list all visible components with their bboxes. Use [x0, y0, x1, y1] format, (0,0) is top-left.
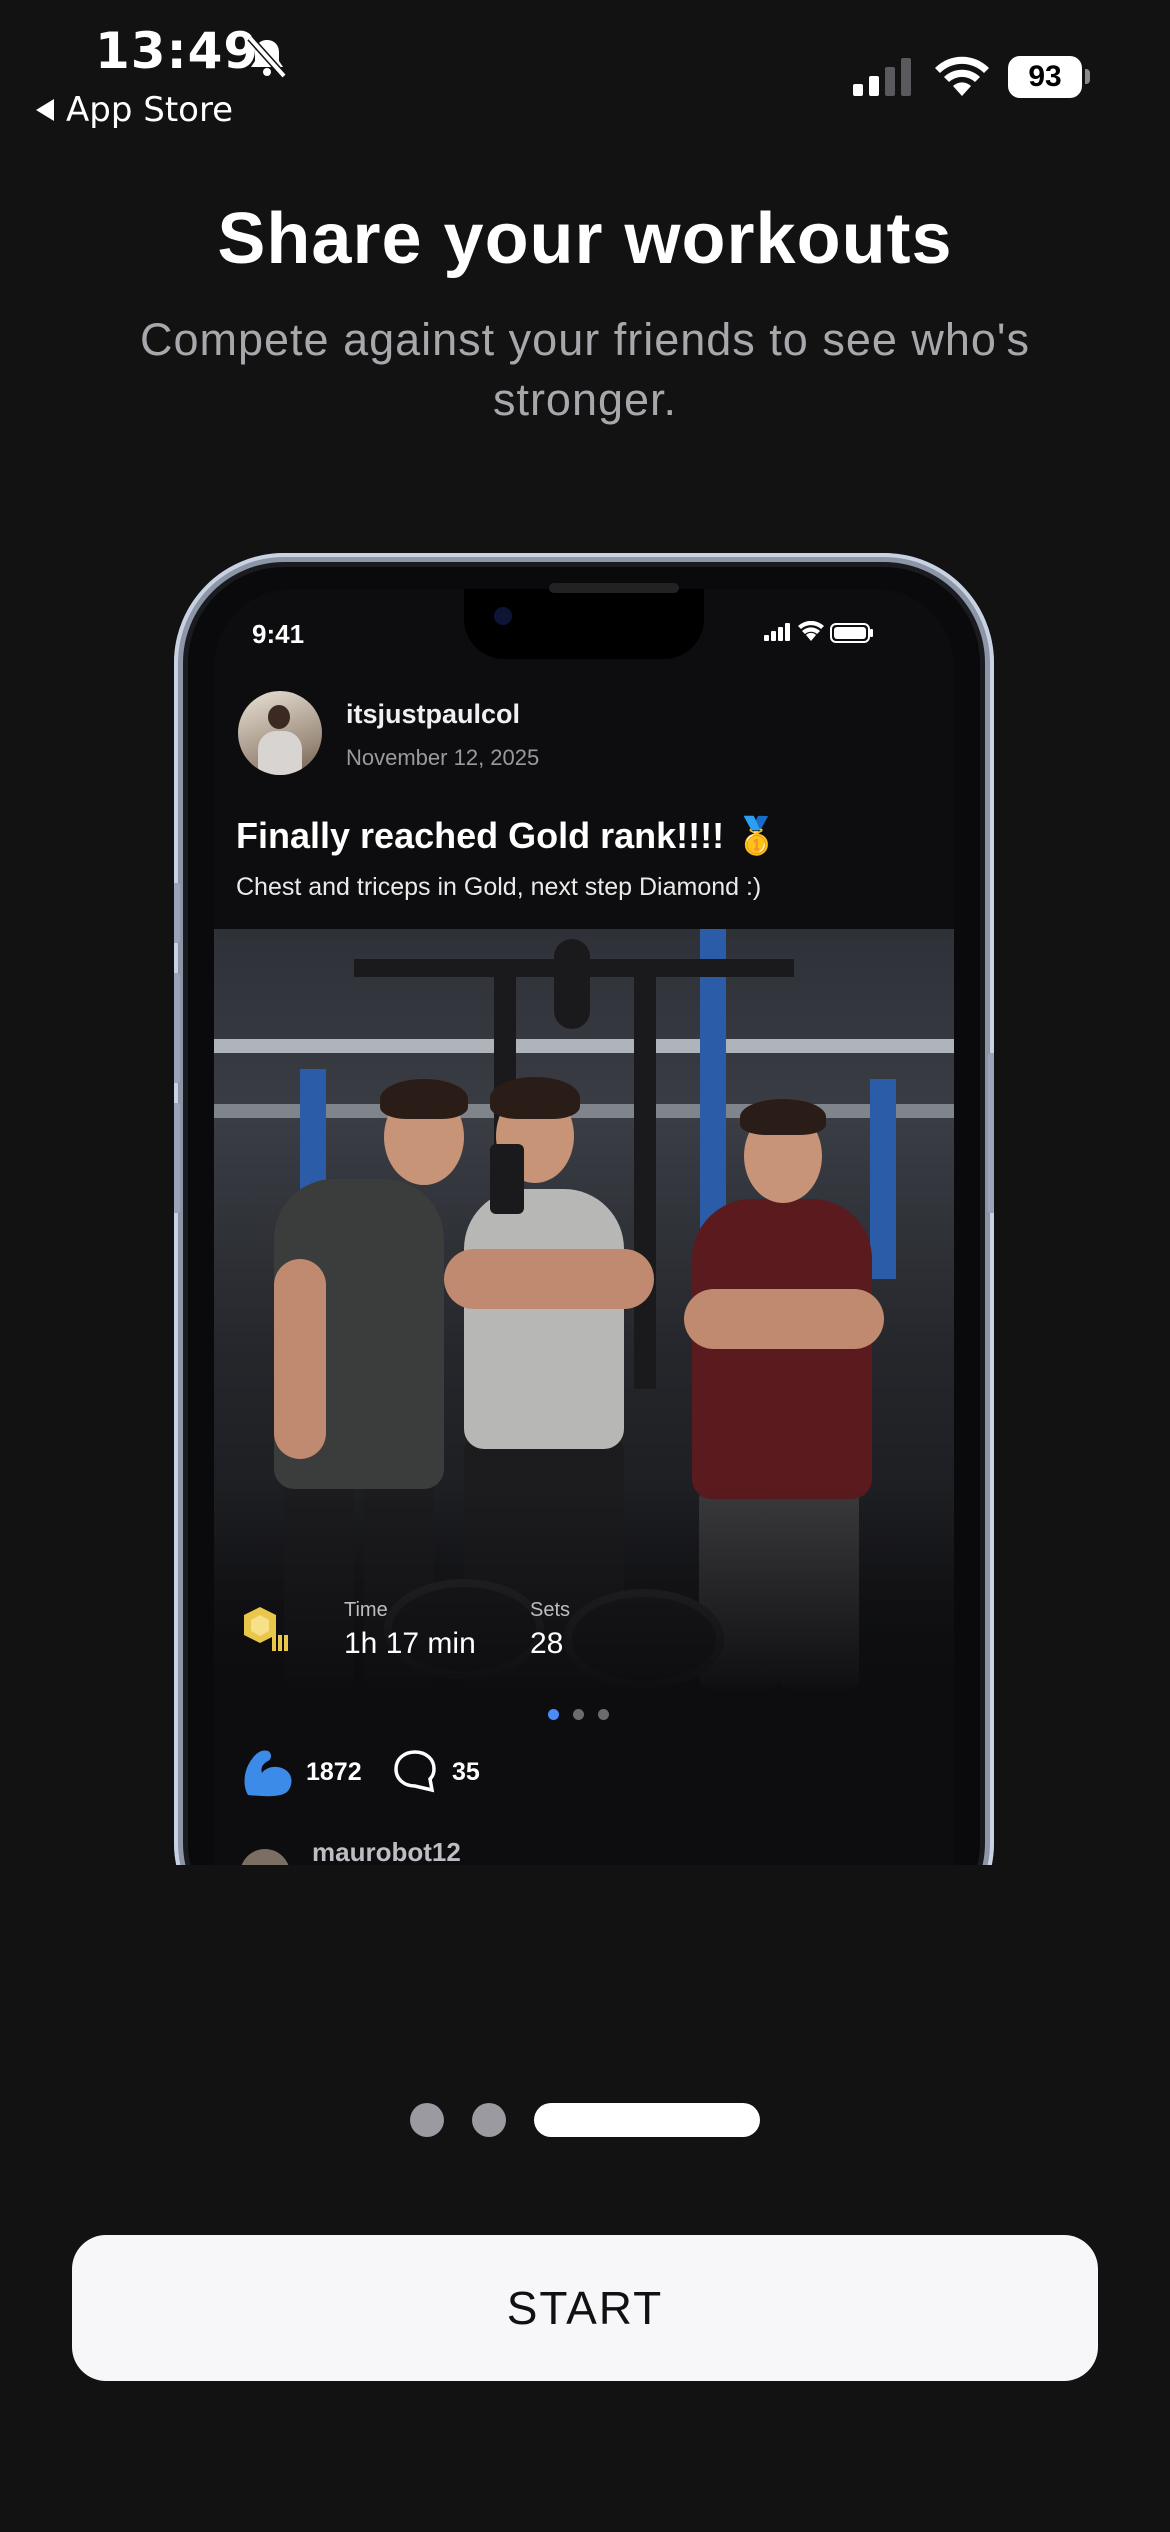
wifi-icon: [935, 56, 989, 96]
carousel-dot: [573, 1709, 584, 1720]
next-post-username[interactable]: maurobot12: [312, 1837, 461, 1865]
avatar-figure-body: [258, 731, 302, 775]
avatar-figure-head: [268, 705, 290, 729]
mockup-battery-icon: [830, 623, 873, 643]
stat-sets-label: Sets: [530, 1599, 571, 1621]
start-button[interactable]: START: [72, 2235, 1098, 2381]
post-workout-photo[interactable]: [214, 929, 954, 1689]
phone-camera: [494, 607, 512, 625]
person-3-torso: [692, 1199, 872, 1499]
cellular-signal-icon: [853, 58, 911, 96]
bell-slash-icon: [247, 35, 287, 79]
post-title: Finally reached Gold rank!!!! 🥇: [236, 815, 779, 856]
battery-indicator: 93: [1008, 56, 1090, 98]
back-arrow-icon: [36, 99, 54, 121]
phone-power-button: [988, 1053, 994, 1213]
flex-count: 1872: [306, 1758, 362, 1786]
back-to-app-store-link[interactable]: App Store: [36, 90, 233, 130]
battery-level: 93: [1008, 56, 1082, 98]
back-link-label: App Store: [66, 90, 234, 130]
stat-time-value: 1h 17 min: [344, 1627, 476, 1660]
mockup-wifi-icon: [798, 621, 824, 641]
gym-pulley: [554, 939, 590, 1029]
person-2-tank-top: [464, 1189, 624, 1449]
post-caption: Chest and triceps in Gold, next step Dia…: [236, 873, 762, 901]
onboarding-subtitle: Compete against your friends to see who'…: [139, 314, 1031, 425]
post-author-avatar[interactable]: [238, 691, 322, 775]
stat-sets-value: 28: [530, 1627, 564, 1660]
gym-pillar: [870, 1079, 896, 1279]
comment-bubble-icon[interactable]: [392, 1749, 438, 1793]
person-1-arm: [274, 1259, 326, 1459]
onboarding-title: Share your workouts: [217, 199, 953, 279]
carousel-dot: [598, 1709, 609, 1720]
person-2-crossed-arms: [444, 1249, 654, 1309]
photo-carousel-dots: [548, 1709, 609, 1720]
comment-count: 35: [452, 1758, 480, 1786]
phone-volume-up-button: [174, 973, 180, 1083]
mockup-status-time: 9:41: [252, 619, 305, 649]
post-author-username[interactable]: itsjustpaulcol: [346, 699, 520, 730]
pager-dot-2[interactable]: [472, 2103, 506, 2137]
post-date: November 12, 2025: [346, 745, 540, 770]
stat-time-label: Time: [344, 1599, 388, 1621]
onboarding-pager: [410, 2103, 760, 2137]
pager-dot-3-active[interactable]: [534, 2103, 760, 2137]
phone-volume-down-button: [174, 1103, 180, 1213]
photo-fade-overlay: [214, 1489, 954, 1689]
phone-mockup: 9:41 itsjustpaulcol November 12, 2025 Fi…: [174, 553, 994, 1865]
phone-speaker: [549, 583, 679, 593]
carousel-dot-active: [548, 1709, 559, 1720]
person-2-phone: [490, 1144, 524, 1214]
person-3-flexing-arms: [684, 1289, 884, 1349]
person-2-hair: [490, 1077, 580, 1119]
phone-mute-button: [174, 883, 180, 943]
person-1-hair: [380, 1079, 468, 1119]
gold-rank-badge-icon: [244, 1607, 288, 1651]
mockup-signal-icon: [764, 623, 790, 641]
gym-rack-post: [634, 969, 656, 1389]
pager-dot-1[interactable]: [410, 2103, 444, 2137]
status-time: 13:49: [95, 22, 260, 80]
phone-notch: [464, 583, 704, 659]
person-3-hair: [740, 1099, 826, 1135]
gym-ceiling-light: [214, 1039, 954, 1053]
flexed-biceps-icon[interactable]: [240, 1745, 294, 1797]
battery-nub: [1085, 69, 1090, 84]
